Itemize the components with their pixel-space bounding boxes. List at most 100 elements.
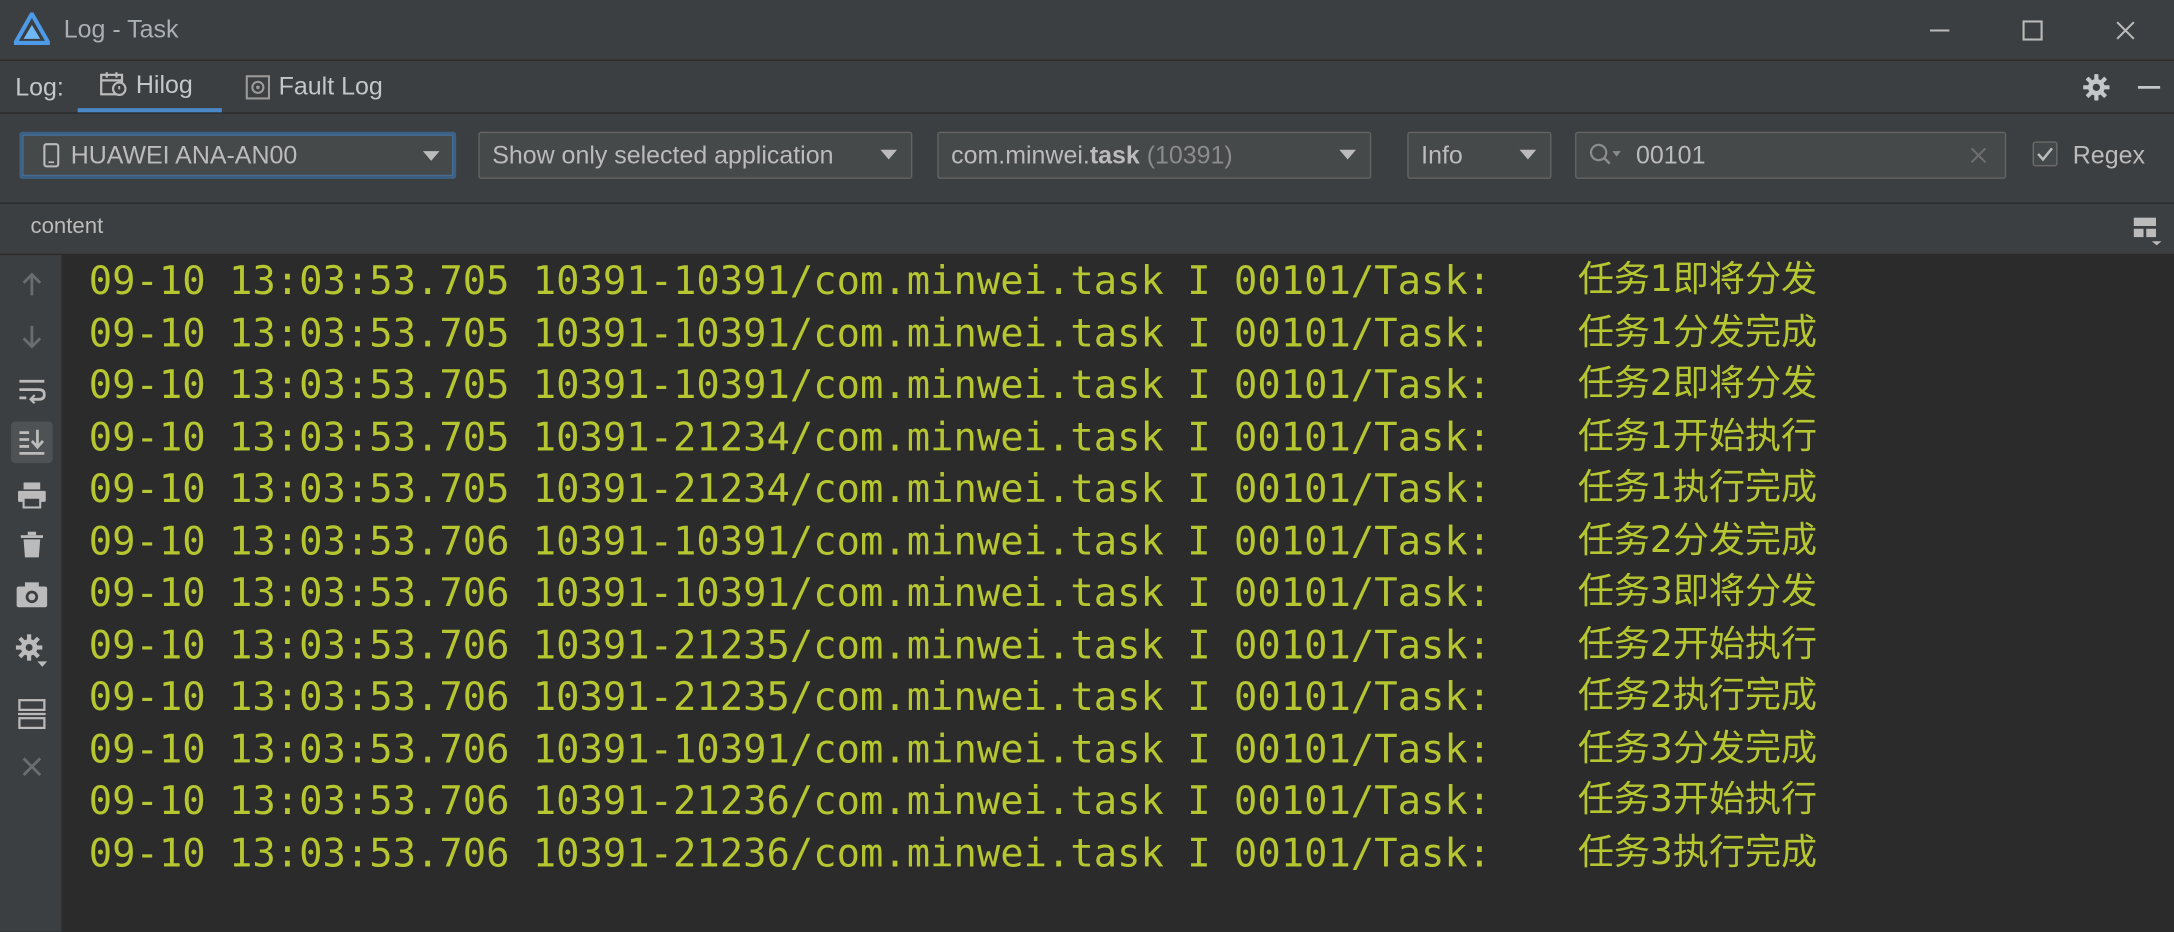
layout-options-icon[interactable]: [2132, 215, 2163, 246]
log-level-dropdown[interactable]: Info: [1407, 131, 1552, 179]
close-icon: [2116, 21, 2135, 40]
log-line-prefix: 09-10 13:03:53.706 10391-10391/com.minwe…: [88, 725, 1492, 772]
clear-icon[interactable]: [1969, 146, 1988, 165]
scroll-to-end-button[interactable]: [11, 421, 53, 464]
minimize-button[interactable]: [1920, 11, 1959, 50]
device-dropdown[interactable]: HUAWEI ANA-AN00: [19, 131, 457, 179]
log-line: 09-10 13:03:53.705 10391-21234/com.minwe…: [88, 463, 1817, 514]
process-dropdown[interactable]: com.minwei.task (10391): [937, 131, 1372, 179]
scroll-up-icon: [22, 272, 42, 296]
chevron-down-icon: [1339, 149, 1356, 160]
log-level-value: Info: [1421, 140, 1463, 169]
filter-bar: HUAWEI ANA-AN00 Show only selected appli…: [0, 113, 2174, 203]
log-line-message: 任务3执行完成: [1577, 831, 1818, 873]
log-line: 09-10 13:03:53.706 10391-21236/com.minwe…: [88, 827, 1817, 878]
log-line: 09-10 13:03:53.706 10391-21235/com.minwe…: [88, 671, 1817, 722]
tab-hilog[interactable]: Hilog: [77, 61, 222, 113]
soft-wrap-icon: [19, 379, 46, 404]
fault-log-icon: [245, 74, 271, 99]
log-line-message: 任务2开始执行: [1577, 623, 1818, 665]
log-line-prefix: 09-10 13:03:53.706 10391-10391/com.minwe…: [88, 569, 1492, 616]
log-line: 09-10 13:03:53.705 10391-21234/com.minwe…: [88, 411, 1817, 462]
log-line-message: 任务1执行完成: [1577, 467, 1818, 509]
process-package-name: task: [1089, 140, 1140, 169]
maximize-icon: [2022, 20, 2043, 41]
window-title: Log - Task: [63, 15, 179, 43]
log-line: 09-10 13:03:53.706 10391-10391/com.minwe…: [88, 723, 1817, 774]
content-header: content: [0, 203, 2174, 254]
screenshot-icon: [16, 582, 48, 608]
regex-checkbox[interactable]: [2032, 141, 2058, 167]
log-line-message: 任务1开始执行: [1577, 415, 1818, 457]
settings-icon: [15, 634, 48, 667]
clear-log-button[interactable]: [14, 527, 50, 563]
layout-icon: [18, 699, 46, 730]
scroll-down-icon: [22, 325, 42, 349]
close-window-button[interactable]: [2106, 11, 2145, 50]
log-line-prefix: 09-10 13:03:53.706 10391-21235/com.minwe…: [88, 673, 1492, 720]
tab-fault-log[interactable]: Fault Log: [245, 61, 383, 112]
log-task-window: { "window": { "title": "Log - Task" }, "…: [0, 0, 2174, 932]
process-dropdown-value: com.minwei.task (10391): [951, 141, 1233, 170]
chevron-down-icon: [422, 151, 440, 161]
process-pid: (10391): [1146, 140, 1233, 169]
log-settings-button[interactable]: [14, 632, 50, 668]
log-output[interactable]: 09-10 13:03:53.705 10391-10391/com.minwe…: [62, 255, 2174, 932]
log-line: 09-10 13:03:53.705 10391-10391/com.minwe…: [88, 359, 1817, 410]
log-label: Log:: [15, 73, 64, 102]
scroll-down-button[interactable]: [14, 319, 50, 355]
log-line-prefix: 09-10 13:03:53.705 10391-21234/com.minwe…: [88, 465, 1492, 512]
log-line-message: 任务1分发完成: [1577, 311, 1818, 353]
close-panel-button[interactable]: [14, 749, 50, 785]
maximize-button[interactable]: [2013, 11, 2052, 50]
log-line: 09-10 13:03:53.706 10391-21236/com.minwe…: [88, 775, 1817, 826]
log-line-message: 任务2即将分发: [1577, 363, 1818, 405]
screenshot-button[interactable]: [14, 577, 50, 613]
search-icon: [1589, 143, 1621, 165]
log-line-prefix: 09-10 13:03:53.706 10391-21236/com.minwe…: [88, 777, 1492, 824]
log-line-prefix: 09-10 13:03:53.705 10391-10391/com.minwe…: [88, 361, 1492, 408]
deveco-logo-icon: [13, 12, 50, 46]
close-icon: [22, 757, 42, 777]
search-input[interactable]: 00101: [1636, 141, 1705, 170]
checkmark-icon: [2037, 147, 2053, 162]
side-toolbar: [0, 255, 63, 932]
regex-label[interactable]: Regex: [2073, 141, 2145, 170]
log-line-prefix: 09-10 13:03:53.706 10391-10391/com.minwe…: [88, 517, 1492, 564]
chevron-down-icon: [880, 149, 898, 160]
log-line-message: 任务3即将分发: [1577, 571, 1818, 613]
chevron-down-icon: [1519, 149, 1537, 160]
log-line: 09-10 13:03:53.706 10391-21235/com.minwe…: [89, 619, 1817, 670]
settings-button[interactable]: [2081, 72, 2112, 103]
layout-button[interactable]: [14, 696, 50, 732]
process-package-prefix: com.minwei.: [951, 140, 1090, 169]
log-line-message: 任务1即将分发: [1577, 259, 1818, 301]
log-line-message: 任务3分发完成: [1577, 727, 1818, 769]
device-dropdown-value: HUAWEI ANA-AN00: [70, 140, 298, 169]
log-line-prefix: 09-10 13:03:53.706 10391-21236/com.minwe…: [88, 829, 1492, 876]
hide-panel-button[interactable]: [2134, 72, 2165, 103]
app-filter-value: Show only selected application: [492, 140, 834, 169]
print-button[interactable]: [14, 477, 50, 513]
content-label: content: [30, 214, 104, 239]
tab-hilog-label: Hilog: [135, 70, 193, 98]
hide-panel-icon: [2137, 85, 2161, 89]
log-line-message: 任务2分发完成: [1577, 519, 1818, 561]
log-line: 09-10 13:03:53.706 10391-10391/com.minwe…: [88, 515, 1817, 566]
app-filter-dropdown[interactable]: Show only selected application: [478, 131, 913, 179]
scroll-to-end-icon: [19, 429, 45, 455]
search-field[interactable]: 00101: [1575, 131, 2007, 179]
log-line-message: 任务3开始执行: [1577, 779, 1818, 821]
log-line-prefix: 09-10 13:03:53.705 10391-21234/com.minwe…: [88, 413, 1492, 460]
gear-icon: [2083, 74, 2110, 101]
log-tab-bar: Log: Hilog Fault Log: [0, 61, 2174, 113]
log-line-prefix: 09-10 13:03:53.705 10391-10391/com.minwe…: [88, 257, 1492, 304]
delete-icon: [20, 531, 43, 558]
log-line: 09-10 13:03:53.705 10391-10391/com.minwe…: [89, 307, 1817, 358]
hilog-icon: [100, 72, 127, 97]
soft-wrap-button[interactable]: [14, 372, 50, 408]
phone-icon: [43, 143, 60, 168]
tab-fault-log-label: Fault Log: [278, 72, 383, 100]
log-line: 09-10 13:03:53.706 10391-10391/com.minwe…: [88, 567, 1817, 618]
scroll-up-button[interactable]: [14, 266, 50, 302]
